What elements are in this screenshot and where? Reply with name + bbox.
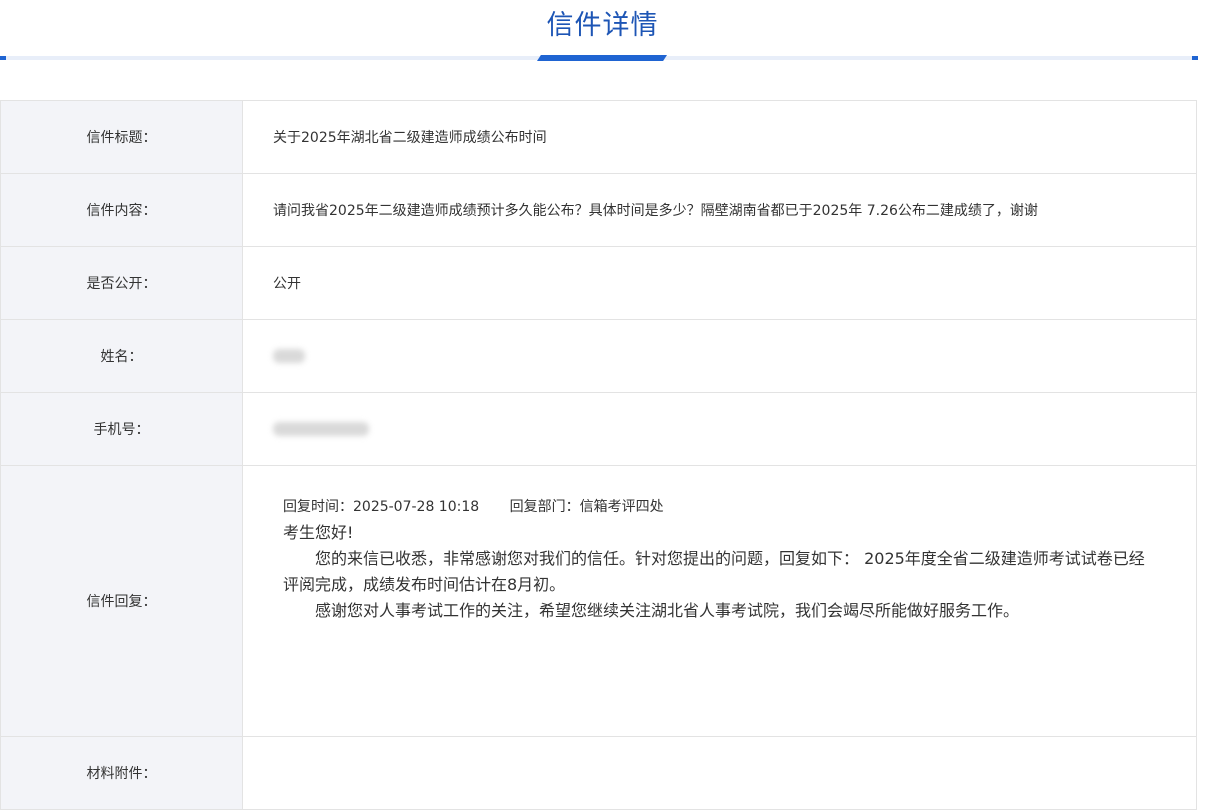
reply-meta: 回复时间：2025-07-28 10:18 回复部门：信箱考评四处 (283, 496, 1156, 516)
row-reply: 信件回复： 回复时间：2025-07-28 10:18 回复部门：信箱考评四处 … (0, 465, 1197, 737)
value-phone-redacted (242, 392, 1197, 466)
label-is-public: 是否公开： (0, 246, 243, 320)
redacted-name-blur (273, 349, 305, 363)
reply-body: 考生您好! 您的来信已收悉，非常感谢您对我们的信任。针对您提出的问题，回复如下：… (283, 520, 1156, 624)
value-is-public: 公开 (242, 246, 1197, 320)
reply-time: 回复时间：2025-07-28 10:18 (283, 499, 480, 515)
label-name: 姓名： (0, 319, 243, 393)
reply-department: 回复部门：信箱考评四处 (509, 499, 664, 515)
header-accent-bar (537, 55, 667, 61)
redacted-phone-blur (273, 422, 369, 436)
row-letter-title: 信件标题： 关于2025年湖北省二级建造师成绩公布时间 (0, 100, 1197, 174)
label-attachment: 材料附件： (0, 736, 243, 810)
value-letter-content: 请问我省2025年二级建造师成绩预计多久能公布？具体时间是多少？隔壁湖南省都已于… (242, 173, 1197, 247)
row-is-public: 是否公开： 公开 (0, 246, 1197, 320)
label-letter-title: 信件标题： (0, 100, 243, 174)
row-letter-content: 信件内容： 请问我省2025年二级建造师成绩预计多久能公布？具体时间是多少？隔壁… (0, 173, 1197, 247)
row-phone: 手机号： (0, 392, 1197, 466)
label-letter-content: 信件内容： (0, 173, 243, 247)
value-attachment (242, 736, 1197, 810)
label-phone: 手机号： (0, 392, 243, 466)
page-header: 信件详情 (0, 0, 1205, 62)
letter-detail-table: 信件标题： 关于2025年湖北省二级建造师成绩公布时间 信件内容： 请问我省20… (0, 100, 1197, 810)
value-reply: 回复时间：2025-07-28 10:18 回复部门：信箱考评四处 考生您好! … (242, 465, 1197, 737)
reply-paragraph-1: 您的来信已收悉，非常感谢您对我们的信任。针对您提出的问题，回复如下： 2025年… (283, 549, 1145, 594)
page-title: 信件详情 (546, 10, 659, 41)
header-divider-left-mark (0, 56, 6, 60)
header-divider-right-mark (1192, 56, 1198, 60)
reply-greeting: 考生您好! (283, 523, 354, 542)
reply-paragraph-2: 感谢您对人事考试工作的关注，希望您继续关注湖北省人事考试院，我们会竭尽所能做好服… (315, 601, 1020, 620)
row-name: 姓名： (0, 319, 1197, 393)
value-letter-title: 关于2025年湖北省二级建造师成绩公布时间 (242, 100, 1197, 174)
label-reply: 信件回复： (0, 465, 243, 737)
row-attachment: 材料附件： (0, 736, 1197, 810)
value-name-redacted (242, 319, 1197, 393)
